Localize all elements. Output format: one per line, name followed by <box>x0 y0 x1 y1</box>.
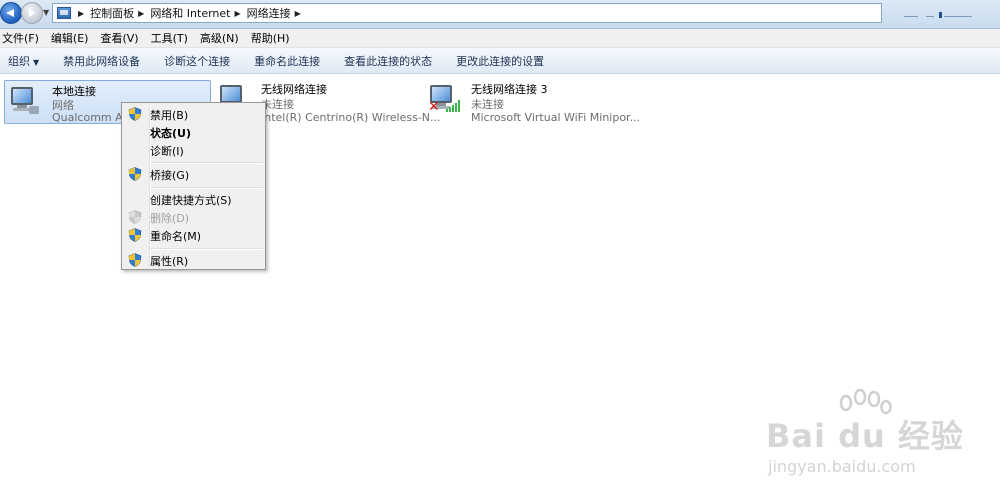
connection-name: 无线网络连接 <box>261 83 327 96</box>
uac-shield-icon <box>128 253 142 267</box>
connection-name: 无线网络连接 3 <box>471 83 548 96</box>
view-status-button[interactable]: 查看此连接的状态 <box>344 53 432 69</box>
back-arrow-icon[interactable] <box>0 2 22 24</box>
connection-status: 未连接 <box>471 98 504 111</box>
ctx-disable-label: 禁用(B) <box>150 109 189 122</box>
ctx-status-label: 状态(U) <box>150 127 191 140</box>
connection-adapter: Microsoft Virtual WiFi Minipor... <box>471 111 641 124</box>
menu-advanced[interactable]: 高级(N) <box>200 30 239 46</box>
organize-button[interactable]: 组织 ▼ <box>8 53 39 69</box>
ctx-diagnose-label: 诊断(I) <box>150 145 184 158</box>
organize-label: 组织 <box>8 54 30 68</box>
uac-shield-icon <box>128 228 142 242</box>
connection-item-wireless-3[interactable]: ✕ 无线网络连接 3 未连接 Microsoft Virtual WiFi Mi… <box>424 80 640 124</box>
control-panel-icon <box>57 7 71 19</box>
chevron-down-icon: ▼ <box>33 57 40 67</box>
ctx-disable[interactable]: 禁用(B) <box>124 105 263 123</box>
menu-tools[interactable]: 工具(T) <box>151 30 188 46</box>
ctx-delete[interactable]: 删除(D) <box>124 208 263 226</box>
uac-shield-icon <box>128 107 142 121</box>
menu-file[interactable]: 文件(F) <box>2 30 39 46</box>
menu-view[interactable]: 查看(V) <box>100 30 138 46</box>
breadcrumb-chevron-icon[interactable]: ▶ <box>291 9 307 18</box>
ctx-create-shortcut-label: 创建快捷方式(S) <box>150 194 232 207</box>
breadcrumb-chevron-icon[interactable]: ▶ <box>74 9 90 18</box>
change-settings-button[interactable]: 更改此连接的设置 <box>456 53 544 69</box>
rename-button[interactable]: 重命名此连接 <box>254 53 320 69</box>
uac-shield-icon <box>128 167 142 181</box>
wifi-signal-icon <box>446 100 460 112</box>
uac-shield-icon <box>128 210 142 224</box>
breadcrumb-network-internet[interactable]: 网络和 Internet <box>150 5 230 21</box>
ctx-bridge[interactable]: 桥接(G) <box>124 165 263 183</box>
search-area[interactable] <box>882 3 1000 23</box>
address-bar-region: ▼ ▶ 控制面板 ▶ 网络和 Internet ▶ 网络连接 ▶ <box>0 0 1000 29</box>
ctx-properties[interactable]: 属性(R) <box>124 251 263 269</box>
ctx-bridge-label: 桥接(G) <box>150 169 190 182</box>
command-bar: 组织 ▼ 禁用此网络设备 诊断这个连接 重命名此连接 查看此连接的状态 更改此连接… <box>0 48 1000 74</box>
breadcrumb-chevron-icon[interactable]: ▶ <box>134 9 150 18</box>
ctx-diagnose[interactable]: 诊断(I) <box>124 141 263 159</box>
watermark-brand: Bai du 经验 <box>766 417 964 455</box>
diagnose-button[interactable]: 诊断这个连接 <box>164 53 230 69</box>
ctx-delete-label: 删除(D) <box>150 212 190 225</box>
context-menu: 禁用(B) 状态(U) 诊断(I) 桥接(G) 创建快捷方式(S) 删除(D) … <box>121 102 266 270</box>
recent-pages-chevron-icon[interactable]: ▼ <box>43 8 49 17</box>
ctx-rename[interactable]: 重命名(M) <box>124 226 263 244</box>
network-adapter-icon <box>9 86 39 116</box>
ctx-create-shortcut[interactable]: 创建快捷方式(S) <box>124 190 263 208</box>
breadcrumb-control-panel[interactable]: 控制面板 <box>90 5 134 21</box>
forward-arrow-icon[interactable] <box>21 2 43 24</box>
connection-adapter: Intel(R) Centrino(R) Wireless-N... <box>261 111 441 124</box>
breadcrumb-chevron-icon[interactable]: ▶ <box>231 9 247 18</box>
ctx-status[interactable]: 状态(U) <box>124 123 263 141</box>
disable-device-button[interactable]: 禁用此网络设备 <box>63 53 140 69</box>
watermark-url: jingyan.baidu.com <box>768 457 916 476</box>
red-x-icon: ✕ <box>428 99 440 115</box>
address-box[interactable]: ▶ 控制面板 ▶ 网络和 Internet ▶ 网络连接 ▶ <box>52 3 882 23</box>
menu-edit[interactable]: 编辑(E) <box>51 30 89 46</box>
menu-help[interactable]: 帮助(H) <box>251 30 290 46</box>
menu-bar: 文件(F) 编辑(E) 查看(V) 工具(T) 高级(N) 帮助(H) <box>0 29 1000 48</box>
network-adapter-icon: ✕ <box>428 84 460 115</box>
ctx-properties-label: 属性(R) <box>150 255 189 268</box>
ctx-rename-label: 重命名(M) <box>150 230 202 243</box>
watermark: Bai du 经验 jingyan.baidu.com <box>766 389 976 484</box>
breadcrumb-network-connections[interactable]: 网络连接 <box>247 5 291 21</box>
